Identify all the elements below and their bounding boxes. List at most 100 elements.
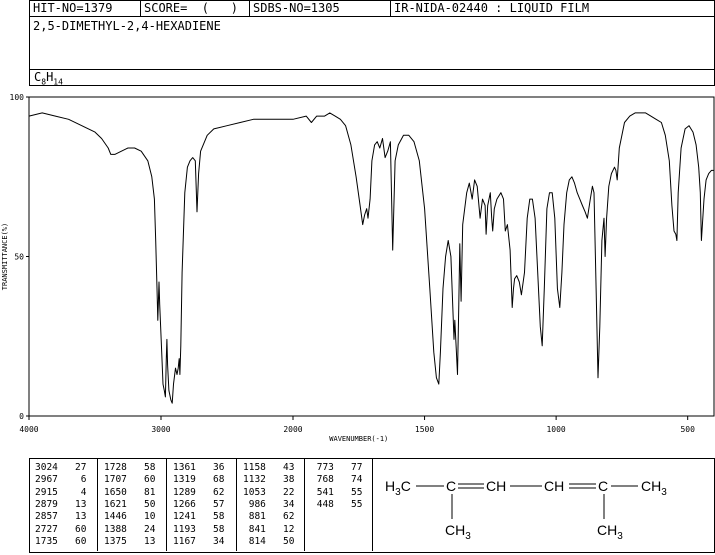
peak-row: 1158 43 xyxy=(243,462,295,474)
peak-row: 773 77 xyxy=(311,462,363,474)
peak-row: 1621 50 xyxy=(104,499,156,511)
structure-right-ch: CH xyxy=(641,478,661,494)
peak-wavenumber: 1193 xyxy=(173,523,196,535)
structure-left-h: H xyxy=(385,478,395,494)
x-tick-label: 1500 xyxy=(415,425,434,434)
peak-transmittance: 13 xyxy=(57,498,87,510)
structure-left-c: C xyxy=(401,478,411,494)
peak-column: 1728 58 1707 60 1650 81 1621 50 1446 10 1388 … xyxy=(98,458,167,551)
peak-row: 1446 10 xyxy=(104,511,156,523)
peak-transmittance: 60 xyxy=(57,523,87,535)
structure-ch1: CH xyxy=(486,478,506,494)
peak-transmittance: 57 xyxy=(195,498,225,510)
peak-wavenumber: 448 xyxy=(311,498,334,510)
peak-transmittance: 50 xyxy=(126,498,156,510)
peak-wavenumber: 768 xyxy=(311,474,334,486)
peak-transmittance: 62 xyxy=(195,486,225,498)
peak-wavenumber: 1375 xyxy=(104,535,127,547)
structure-methyl-2-ch: CH xyxy=(597,522,617,538)
peak-wavenumber: 1167 xyxy=(173,535,196,547)
structure-methyl-2-sub: 3 xyxy=(617,531,623,542)
peak-transmittance: 55 xyxy=(333,486,363,498)
y-axis-label: TRANSMITTANCE(%) xyxy=(1,223,9,290)
structure-ch3-right: CH3 xyxy=(641,478,667,498)
formula-line xyxy=(29,69,715,70)
peak-transmittance: 77 xyxy=(333,462,363,473)
peak-wavenumber: 2857 xyxy=(35,511,58,523)
peak-wavenumber: 1707 xyxy=(104,474,127,486)
spectrum-line xyxy=(28,112,714,404)
header-line xyxy=(29,16,715,17)
x-tick-label: 2000 xyxy=(283,425,302,434)
peak-wavenumber: 773 xyxy=(311,462,334,473)
peak-transmittance: 62 xyxy=(265,511,295,523)
y-tick-label: 50 xyxy=(14,253,24,262)
peak-transmittance: 13 xyxy=(126,535,156,547)
peak-wavenumber: 814 xyxy=(243,535,266,547)
peak-wavenumber: 2727 xyxy=(35,523,58,535)
x-tick-label: 4000 xyxy=(19,425,38,434)
peak-row: 814 50 xyxy=(243,536,295,548)
peak-row: 1650 81 xyxy=(104,487,156,499)
peak-row: 1707 60 xyxy=(104,474,156,486)
peak-transmittance: 58 xyxy=(195,523,225,535)
peak-transmittance: 74 xyxy=(333,474,363,486)
peak-column: 1361 36 1319 68 1289 62 1266 57 1241 58 1193 … xyxy=(167,458,237,551)
peak-wavenumber: 986 xyxy=(243,498,266,510)
peak-row: 1735 60 xyxy=(35,536,87,548)
peak-transmittance: 60 xyxy=(126,474,156,486)
peak-wavenumber: 1735 xyxy=(35,535,58,547)
x-tick-label: 1000 xyxy=(546,425,565,434)
peak-transmittance: 12 xyxy=(265,523,295,535)
peak-row: 2915 4 xyxy=(35,487,87,499)
peak-wavenumber: 3024 xyxy=(35,462,58,473)
structure-methyl-1-ch: CH xyxy=(445,522,465,538)
peak-row: 881 62 xyxy=(243,511,295,523)
peak-row: 2727 60 xyxy=(35,524,87,536)
peak-wavenumber: 1361 xyxy=(173,462,196,473)
peak-transmittance: 43 xyxy=(265,462,295,473)
peak-transmittance: 13 xyxy=(57,511,87,523)
peak-row: 986 34 xyxy=(243,499,295,511)
peak-row: 3024 27 xyxy=(35,462,87,474)
peak-wavenumber: 1388 xyxy=(104,523,127,535)
structure-ch2: CH xyxy=(544,478,564,494)
peak-wavenumber: 841 xyxy=(243,523,266,535)
peak-row: 1289 62 xyxy=(173,487,225,499)
peak-transmittance: 10 xyxy=(126,511,156,523)
peak-row: 448 55 xyxy=(311,499,363,511)
peak-row: 2879 13 xyxy=(35,499,87,511)
x-tick-label: 3000 xyxy=(151,425,170,434)
chemical-structure: H3C C CH CH C CH3 CH3 CH3 xyxy=(372,461,712,551)
peak-transmittance: 68 xyxy=(195,474,225,486)
plot-frame xyxy=(28,96,715,417)
peak-row: 1361 36 xyxy=(173,462,225,474)
peak-transmittance: 6 xyxy=(57,474,87,486)
peak-transmittance: 36 xyxy=(195,462,225,473)
peak-transmittance: 34 xyxy=(195,535,225,547)
structure-methyl-1-sub: 3 xyxy=(465,531,471,542)
hit-number: HIT-NO=1379 xyxy=(33,1,113,15)
peak-wavenumber: 1289 xyxy=(173,486,196,498)
peak-row: 1266 57 xyxy=(173,499,225,511)
x-tick-label: 500 xyxy=(680,425,695,434)
peak-wavenumber: 881 xyxy=(243,511,266,523)
peak-row: 2967 6 xyxy=(35,474,87,486)
peak-transmittance: 58 xyxy=(126,462,156,473)
x-axis-label: WAVENUMBER(-1) xyxy=(329,435,388,443)
compound-name: 2,5-DIMETHYL-2,4-HEXADIENE xyxy=(33,19,221,33)
peak-transmittance: 38 xyxy=(265,474,295,486)
peak-row: 1728 58 xyxy=(104,462,156,474)
peak-column: 773 77 768 74 541 55 448 55 xyxy=(305,458,373,551)
peak-wavenumber: 1650 xyxy=(104,486,127,498)
peak-wavenumber: 1132 xyxy=(243,474,266,486)
structure-c5: C xyxy=(598,478,608,494)
peak-wavenumber: 1158 xyxy=(243,462,266,473)
peak-transmittance: 55 xyxy=(333,498,363,510)
peak-wavenumber: 1621 xyxy=(104,498,127,510)
peak-transmittance: 34 xyxy=(265,498,295,510)
peak-row: 1167 34 xyxy=(173,536,225,548)
peak-transmittance: 60 xyxy=(57,535,87,547)
structure-right-sub: 3 xyxy=(661,487,667,498)
peak-wavenumber: 541 xyxy=(311,486,334,498)
